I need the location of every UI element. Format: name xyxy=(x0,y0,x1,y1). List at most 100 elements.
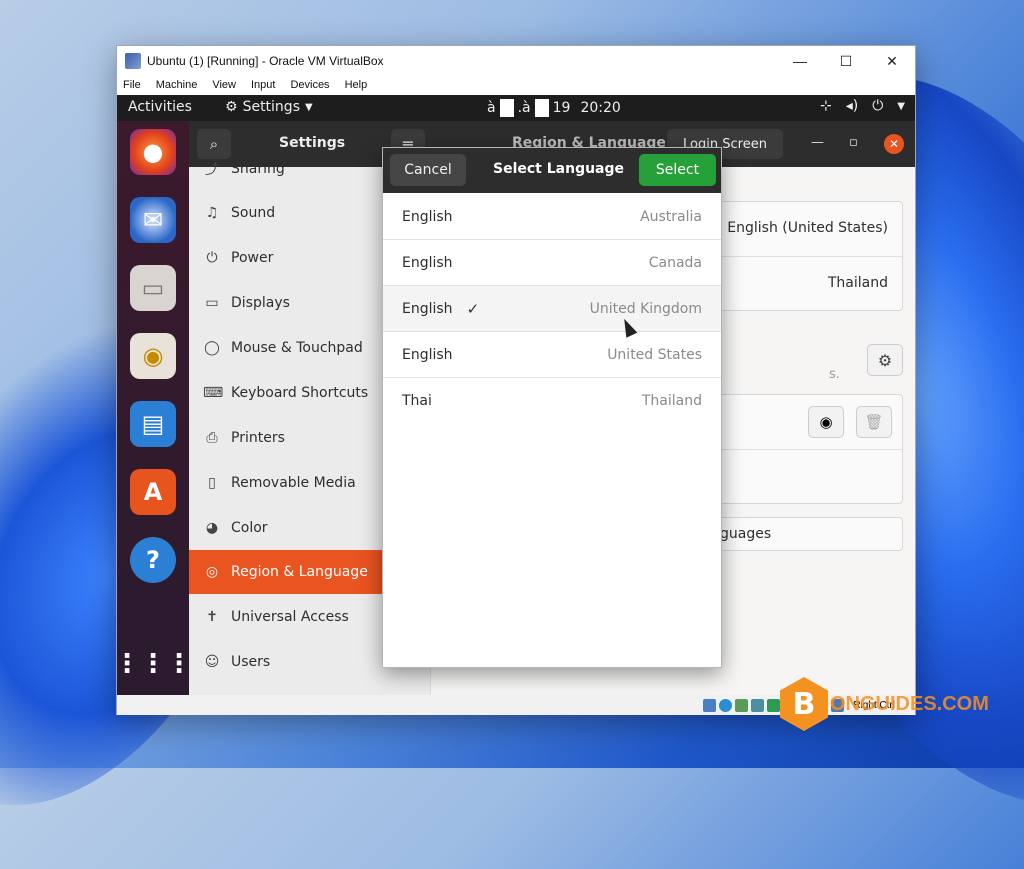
thunderbird-icon[interactable]: ✉ xyxy=(130,197,176,243)
menu-input[interactable]: Input xyxy=(251,79,275,91)
maximize-icon[interactable]: ☐ xyxy=(823,46,869,76)
system-tray[interactable]: ⊹ ◂) ⏻ ▼ xyxy=(820,98,905,114)
network-icon: ⊹ xyxy=(819,98,832,114)
files-icon[interactable]: ▭ xyxy=(130,265,176,311)
dock: ● ✉ ▭ ◉ ▤ A ? ⋮⋮⋮ xyxy=(117,121,192,695)
gnome-topbar: Activities ⚙ Settings ▼ à .à 19 20:20 ⊹ … xyxy=(117,95,915,121)
language-row[interactable]: English Canada xyxy=(383,240,721,286)
usb-status-icon[interactable] xyxy=(767,698,781,712)
mouse-icon: ◯ xyxy=(204,340,220,356)
language-name: English xyxy=(402,300,453,317)
sidebar-item-label: Removable Media xyxy=(231,475,356,491)
sidebar-item-label: Region & Language xyxy=(231,564,368,580)
sidebar-item-label: Users xyxy=(231,654,271,670)
language-row-selected[interactable]: English ✓ United Kingdom xyxy=(383,286,721,332)
language-name: Thai xyxy=(402,393,432,409)
sidebar-item-label: Displays xyxy=(231,295,290,311)
virtualbox-logo-icon xyxy=(125,53,141,69)
manage-languages-label: guages xyxy=(720,526,772,542)
eye-icon[interactable]: ◉ xyxy=(808,406,844,438)
clock-redacted xyxy=(499,99,514,117)
app-menu-label: Settings xyxy=(242,99,300,115)
virtualbox-menubar: File Machine View Input Devices Help xyxy=(117,76,915,94)
software-center-icon[interactable]: A xyxy=(130,469,176,515)
libreoffice-writer-icon[interactable]: ▤ xyxy=(130,401,176,447)
accessibility-icon: ✝ xyxy=(206,609,218,625)
menu-view[interactable]: View xyxy=(212,79,236,91)
harddisk-status-icon[interactable] xyxy=(703,698,717,712)
keyboard-icon: ⌨ xyxy=(203,385,224,401)
menu-help[interactable]: Help xyxy=(345,79,368,91)
minimize-icon[interactable]: — xyxy=(777,46,823,76)
language-region: Canada xyxy=(648,254,702,271)
select-language-dialog: Cancel Select Language Select English Au… xyxy=(382,147,722,668)
clock-prefix: à xyxy=(487,100,496,116)
clock[interactable]: à .à 19 20:20 xyxy=(487,99,621,117)
power-icon: ⏻ xyxy=(206,250,218,266)
minimize-icon[interactable]: — xyxy=(811,135,824,150)
clock-day: 19 xyxy=(552,100,571,116)
close-icon[interactable]: ✕ xyxy=(884,134,904,154)
power-icon: ⏻ xyxy=(872,98,884,114)
dialog-title: Select Language xyxy=(493,161,625,177)
sidebar-item-label: Universal Access xyxy=(231,609,349,625)
language-name: English xyxy=(402,346,453,363)
menu-devices[interactable]: Devices xyxy=(290,79,329,91)
sidebar-item-label: Mouse & Touchpad xyxy=(231,340,363,356)
sidebar-item-label: Power xyxy=(231,250,274,266)
caret-down-icon: ▼ xyxy=(304,101,313,113)
sidebar-item-label: Printers xyxy=(231,430,285,446)
input-settings-gear-icon[interactable]: ⚙ xyxy=(867,344,903,376)
language-row[interactable]: Thai Thailand xyxy=(383,378,721,424)
sidebar-item-label: Color xyxy=(231,520,268,536)
language-region: Australia xyxy=(640,208,702,225)
trash-icon[interactable]: 🗑 xyxy=(856,406,892,438)
watermark-mark: B xyxy=(780,677,828,731)
display-icon: ▭ xyxy=(205,295,219,311)
window-title: Ubuntu (1) [Running] - Oracle VM Virtual… xyxy=(147,54,384,68)
tray-caret-icon: ▼ xyxy=(897,101,905,112)
audio-status-icon[interactable] xyxy=(735,698,749,712)
menu-file[interactable]: File xyxy=(123,79,141,91)
app-menu[interactable]: ⚙ Settings ▼ xyxy=(225,99,313,115)
formats-value[interactable]: Thailand xyxy=(828,275,888,291)
music-note-icon: ♫ xyxy=(205,205,219,221)
language-name: English xyxy=(402,254,453,271)
dialog-headerbar: Cancel Select Language Select xyxy=(383,148,721,193)
show-apps-icon[interactable]: ⋮⋮⋮ xyxy=(117,641,192,687)
printer-icon: ⎙ xyxy=(206,430,218,446)
virtualbox-titlebar[interactable]: Ubuntu (1) [Running] - Oracle VM Virtual… xyxy=(117,46,915,76)
sidebar-item-label: Sound xyxy=(231,205,276,221)
clock-time: 20:20 xyxy=(580,100,621,116)
clock-redacted-2 xyxy=(534,99,549,117)
language-row[interactable]: English United States xyxy=(383,332,721,378)
watermark-logo: B ONGUIDES.COM xyxy=(780,677,989,731)
color-icon: ◕ xyxy=(205,520,219,536)
clock-mid: .à xyxy=(517,100,531,116)
optical-status-icon[interactable] xyxy=(719,698,733,712)
maximize-icon[interactable]: ▫ xyxy=(849,135,858,150)
close-icon[interactable]: ✕ xyxy=(869,46,915,76)
language-region: United Kingdom xyxy=(589,300,702,317)
checkmark-icon: ✓ xyxy=(466,299,480,318)
language-region: Thailand xyxy=(641,393,702,409)
help-icon[interactable]: ? xyxy=(130,537,176,583)
users-icon: ☺ xyxy=(204,654,220,670)
usb-drive-icon: ▯ xyxy=(208,475,216,491)
network-status-icon[interactable] xyxy=(751,698,765,712)
volume-icon: ◂) xyxy=(845,98,859,114)
language-row[interactable]: English Australia xyxy=(383,194,721,240)
rhythmbox-icon[interactable]: ◉ xyxy=(130,333,176,379)
menu-machine[interactable]: Machine xyxy=(156,79,198,91)
sidebar-item-label: Keyboard Shortcuts xyxy=(231,385,369,401)
gear-icon: ⚙ xyxy=(225,99,238,115)
language-value[interactable]: English (United States) xyxy=(727,220,888,236)
language-name: English xyxy=(402,208,453,225)
select-button[interactable]: Select xyxy=(639,154,716,186)
activities-button[interactable]: Activities xyxy=(128,99,192,115)
share-icon: ⤴ xyxy=(205,162,219,178)
input-hint-text: s. xyxy=(829,367,840,382)
globe-icon: ◎ xyxy=(205,564,219,580)
cancel-button[interactable]: Cancel xyxy=(390,154,466,186)
firefox-icon[interactable]: ● xyxy=(130,129,176,175)
